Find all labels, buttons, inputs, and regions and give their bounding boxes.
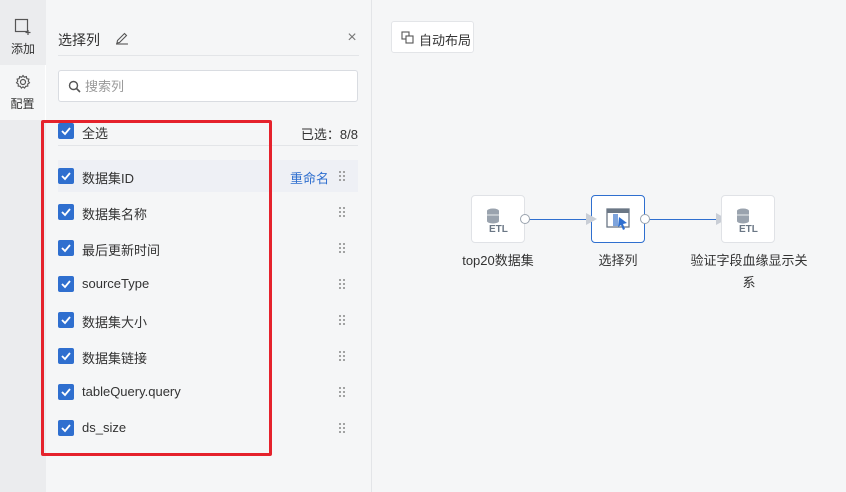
column-checkbox[interactable] [58,276,74,292]
search-input[interactable] [85,75,345,97]
check-icon [61,316,71,325]
select-all-label: 全选 [82,126,109,141]
edit-icon[interactable] [115,31,129,45]
node-label-line1: 验证字段血缘显示关 [690,253,808,268]
column-checkbox[interactable] [58,348,74,364]
node-label-line2: 系 [742,275,756,290]
search-box [58,70,358,102]
panel-title: 选择列 [58,32,100,48]
svg-text:ETL: ETL [739,224,758,233]
flow-edge [526,219,586,220]
select-columns-icon [606,208,630,230]
drag-handle-icon[interactable] [338,314,346,326]
column-row[interactable]: 数据集链接 [58,340,358,372]
column-checkbox[interactable] [58,312,74,328]
column-label: 最后更新时间 [82,243,161,258]
column-row[interactable]: tableQuery.query [58,376,358,408]
column-label: ds_size [82,420,127,435]
check-icon [61,388,71,397]
select-all-checkbox[interactable] [58,123,74,139]
input-port[interactable] [586,213,597,225]
gear-icon [15,74,30,89]
column-checkbox[interactable] [58,384,74,400]
config-tab[interactable]: 配置 [0,65,46,120]
rename-link[interactable]: 重命名 [290,168,329,187]
search-icon [68,80,81,93]
check-icon [61,208,71,217]
drag-handle-icon[interactable] [338,422,346,434]
column-checkbox[interactable] [58,420,74,436]
config-tab-label: 配置 [10,97,35,111]
column-label: 数据集链接 [82,351,148,366]
output-port[interactable] [640,214,650,224]
svg-text:ETL: ETL [489,224,508,233]
column-row[interactable]: ds_size [58,412,358,444]
auto-layout-label: 自动布局 [419,33,472,48]
column-label: 数据集大小 [82,315,148,330]
etl-icon: ETL [487,208,508,233]
close-icon[interactable]: × [345,30,359,46]
drag-handle-icon[interactable] [338,350,346,362]
select-columns-panel: 选择列 × 全选 已选：8/8 数据集ID 重命名 数据集名称 最后更新时间 [46,0,371,492]
flow-node-target[interactable]: ETL [721,195,775,243]
selected-count: 已选：8/8 [300,127,358,142]
add-node-icon [14,18,31,35]
etl-icon: ETL [737,208,758,233]
drag-handle-icon[interactable] [338,386,346,398]
column-row[interactable]: sourceType [58,268,358,300]
auto-layout-button[interactable]: 自动布局 [391,21,474,53]
output-port[interactable] [520,214,530,224]
column-row[interactable]: 数据集大小 [58,304,358,336]
flow-canvas[interactable]: 自动布局 ETL top20数据集 选择列 ETL 验证字段血缘显示关 系 [371,0,846,492]
node-label: 选择列 [598,253,638,268]
flow-node-select-columns[interactable] [591,195,645,243]
check-icon [61,352,71,361]
auto-layout-icon [401,31,414,44]
drag-handle-icon[interactable] [338,206,346,218]
column-label: 数据集ID [82,171,135,186]
check-icon [61,172,71,181]
left-rail: 添加 配置 [0,0,46,492]
check-icon [61,280,71,289]
flow-node-source[interactable]: ETL [471,195,525,243]
column-row[interactable]: 数据集名称 [58,196,358,228]
check-icon [61,127,71,136]
flow-edge [646,219,716,220]
column-label: tableQuery.query [82,384,181,399]
column-checkbox[interactable] [58,168,74,184]
add-tab[interactable]: 添加 [0,10,46,65]
column-checkbox[interactable] [58,204,74,220]
check-icon [61,424,71,433]
drag-handle-icon[interactable] [338,170,346,182]
add-tab-label: 添加 [10,42,35,56]
node-label: top20数据集 [462,253,534,268]
drag-handle-icon[interactable] [338,278,346,290]
select-all-row: 全选 已选：8/8 [58,118,358,146]
panel-header: 选择列 × [58,22,359,56]
column-row[interactable]: 数据集ID 重命名 [58,160,358,192]
column-label: sourceType [82,276,150,291]
drag-handle-icon[interactable] [338,242,346,254]
check-icon [61,244,71,253]
column-label: 数据集名称 [82,207,148,222]
column-row[interactable]: 最后更新时间 [58,232,358,264]
column-checkbox[interactable] [58,240,74,256]
